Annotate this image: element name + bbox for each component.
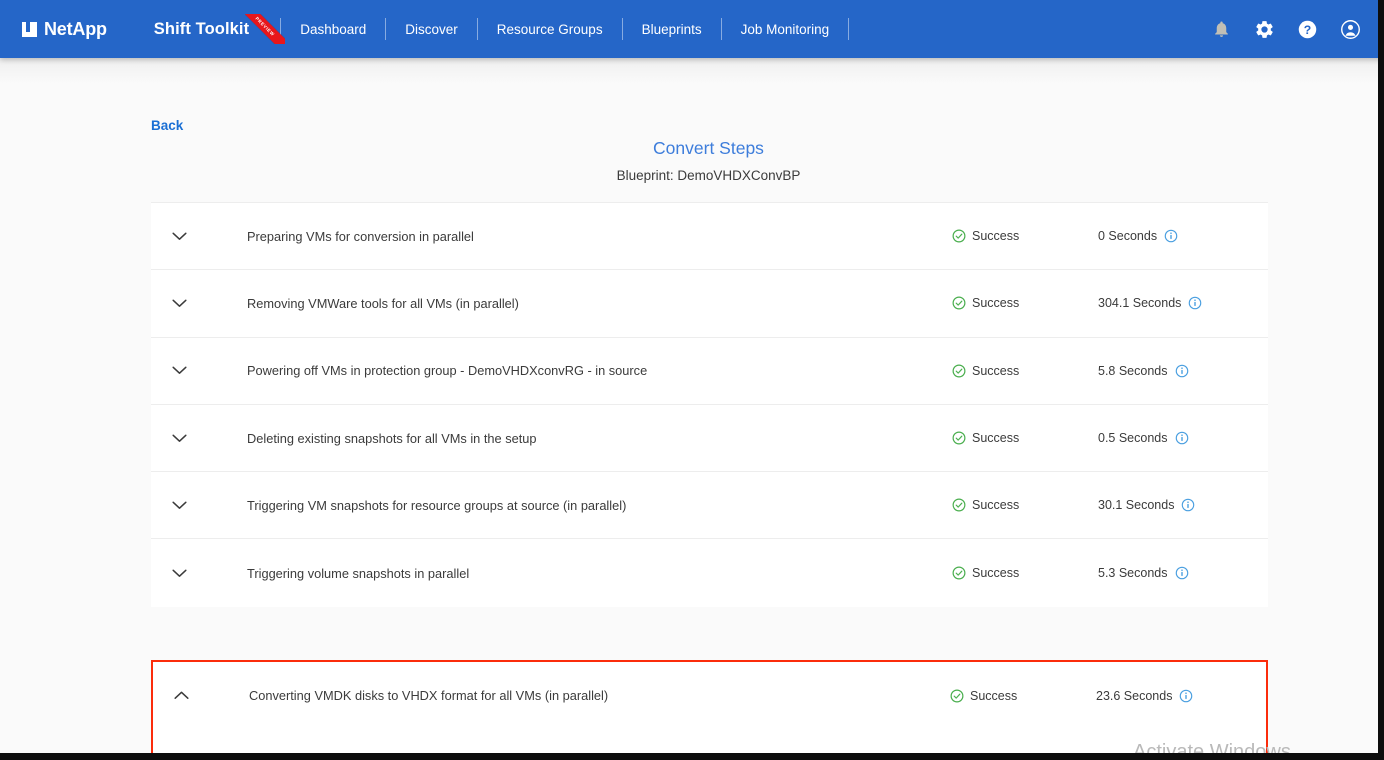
step-label: Triggering volume snapshots in parallel: [207, 566, 952, 581]
status-badge: Success: [950, 689, 1096, 703]
chevron-up-icon[interactable]: [153, 691, 209, 700]
nav-item-job-monitoring[interactable]: Job Monitoring: [722, 22, 849, 37]
top-navbar: NetApp Shift Toolkit PREVIEW Dashboard D…: [0, 0, 1384, 58]
substep-duration: 23.6 Seconds: [1096, 756, 1266, 760]
status-badge: Success: [952, 296, 1098, 310]
chevron-down-icon[interactable]: [151, 366, 207, 375]
step-duration: 5.3 Seconds: [1098, 566, 1268, 580]
page-title: Convert Steps: [0, 138, 1384, 159]
status-label: Success: [972, 498, 1019, 512]
step-duration: 0.5 Seconds: [1098, 431, 1268, 445]
nav-item-resource-groups[interactable]: Resource Groups: [478, 22, 622, 37]
page-body: Back Convert Steps Blueprint: DemoVHDXCo…: [0, 58, 1378, 753]
duration-label: 5.8 Seconds: [1098, 364, 1168, 378]
step-label: Deleting existing snapshots for all VMs …: [207, 431, 952, 446]
preview-ribbon-label: PREVIEW: [245, 14, 285, 44]
status-badge: Success: [952, 431, 1098, 445]
bell-icon[interactable]: [1209, 17, 1233, 41]
step-row-expanded[interactable]: Converting VMDK disks to VHDX format for…: [153, 662, 1266, 729]
duration-label: 23.6 Seconds: [1096, 756, 1172, 760]
status-label: Success: [972, 364, 1019, 378]
substep-label: Converting VMDK disks to VHDX format for…: [209, 755, 950, 760]
status-label: Success: [972, 566, 1019, 580]
chevron-down-icon[interactable]: [151, 434, 207, 443]
step-duration: 304.1 Seconds: [1098, 296, 1268, 310]
status-badge: Success: [952, 364, 1098, 378]
nav-links: Dashboard Discover Resource Groups Bluep…: [280, 18, 849, 40]
step-label: Powering off VMs in protection group - D…: [207, 363, 952, 378]
step-row[interactable]: Deleting existing snapshots for all VMs …: [151, 405, 1268, 472]
step-duration: 5.8 Seconds: [1098, 364, 1268, 378]
info-icon: [1179, 689, 1193, 703]
step-label: Converting VMDK disks to VHDX format for…: [209, 688, 950, 703]
step-duration: 23.6 Seconds: [1096, 689, 1266, 703]
svg-text:?: ?: [1303, 22, 1310, 36]
info-icon: [1164, 229, 1178, 243]
step-duration: 30.1 Seconds: [1098, 498, 1268, 512]
substep-row[interactable]: Converting VMDK disks to VHDX format for…: [153, 729, 1266, 760]
chevron-down-icon[interactable]: [151, 299, 207, 308]
status-badge: Success: [952, 229, 1098, 243]
step-row[interactable]: Removing VMWare tools for all VMs (in pa…: [151, 270, 1268, 337]
step-row[interactable]: Triggering VM snapshots for resource gro…: [151, 472, 1268, 539]
status-label: Success: [972, 296, 1019, 310]
chevron-down-icon[interactable]: [151, 501, 207, 510]
preview-ribbon-icon: PREVIEW: [245, 14, 285, 44]
info-icon: [1175, 566, 1189, 580]
duration-label: 23.6 Seconds: [1096, 689, 1172, 703]
status-label: Success: [970, 689, 1017, 703]
netapp-mark-icon: [22, 22, 37, 37]
step-row[interactable]: Triggering volume snapshots in parallel …: [151, 539, 1268, 606]
gear-icon[interactable]: [1252, 17, 1276, 41]
help-icon[interactable]: ?: [1295, 17, 1319, 41]
status-badge: Success: [950, 756, 1096, 760]
duration-label: 0 Seconds: [1098, 229, 1157, 243]
nav-action-icons: ?: [1209, 17, 1362, 41]
chevron-down-icon[interactable]: [151, 569, 207, 578]
info-icon: [1179, 756, 1193, 760]
app-screen: NetApp Shift Toolkit PREVIEW Dashboard D…: [0, 0, 1384, 760]
info-icon: [1175, 431, 1189, 445]
status-label: Success: [970, 756, 1017, 760]
duration-label: 304.1 Seconds: [1098, 296, 1181, 310]
highlighted-step-group: Converting VMDK disks to VHDX format for…: [151, 660, 1268, 760]
step-row[interactable]: Preparing VMs for conversion in parallel…: [151, 203, 1268, 270]
nav-item-discover[interactable]: Discover: [386, 22, 477, 37]
nav-divider: [848, 18, 849, 40]
chevron-down-icon[interactable]: [151, 232, 207, 241]
step-row[interactable]: Powering off VMs in protection group - D…: [151, 338, 1268, 405]
duration-label: 0.5 Seconds: [1098, 431, 1168, 445]
page-subtitle: Blueprint: DemoVHDXConvBP: [0, 168, 1384, 183]
step-label: Triggering VM snapshots for resource gro…: [207, 498, 952, 513]
status-label: Success: [972, 229, 1019, 243]
account-icon[interactable]: [1338, 17, 1362, 41]
info-icon: [1181, 498, 1195, 512]
step-duration: 0 Seconds: [1098, 229, 1268, 243]
step-label: Preparing VMs for conversion in parallel: [207, 229, 952, 244]
status-label: Success: [972, 431, 1019, 445]
netapp-logo[interactable]: NetApp: [22, 19, 107, 40]
info-icon: [1175, 364, 1189, 378]
info-icon: [1188, 296, 1202, 310]
status-badge: Success: [952, 498, 1098, 512]
netapp-brand-label: NetApp: [44, 19, 107, 40]
nav-item-dashboard[interactable]: Dashboard: [281, 22, 385, 37]
status-badge: Success: [952, 566, 1098, 580]
step-label: Removing VMWare tools for all VMs (in pa…: [207, 296, 952, 311]
product-title-label: Shift Toolkit: [154, 20, 249, 38]
duration-label: 30.1 Seconds: [1098, 498, 1174, 512]
convert-steps-list: Preparing VMs for conversion in parallel…: [151, 202, 1268, 607]
nav-item-blueprints[interactable]: Blueprints: [623, 22, 721, 37]
duration-label: 5.3 Seconds: [1098, 566, 1168, 580]
back-link[interactable]: Back: [151, 118, 183, 133]
product-title: Shift Toolkit PREVIEW: [154, 20, 249, 39]
